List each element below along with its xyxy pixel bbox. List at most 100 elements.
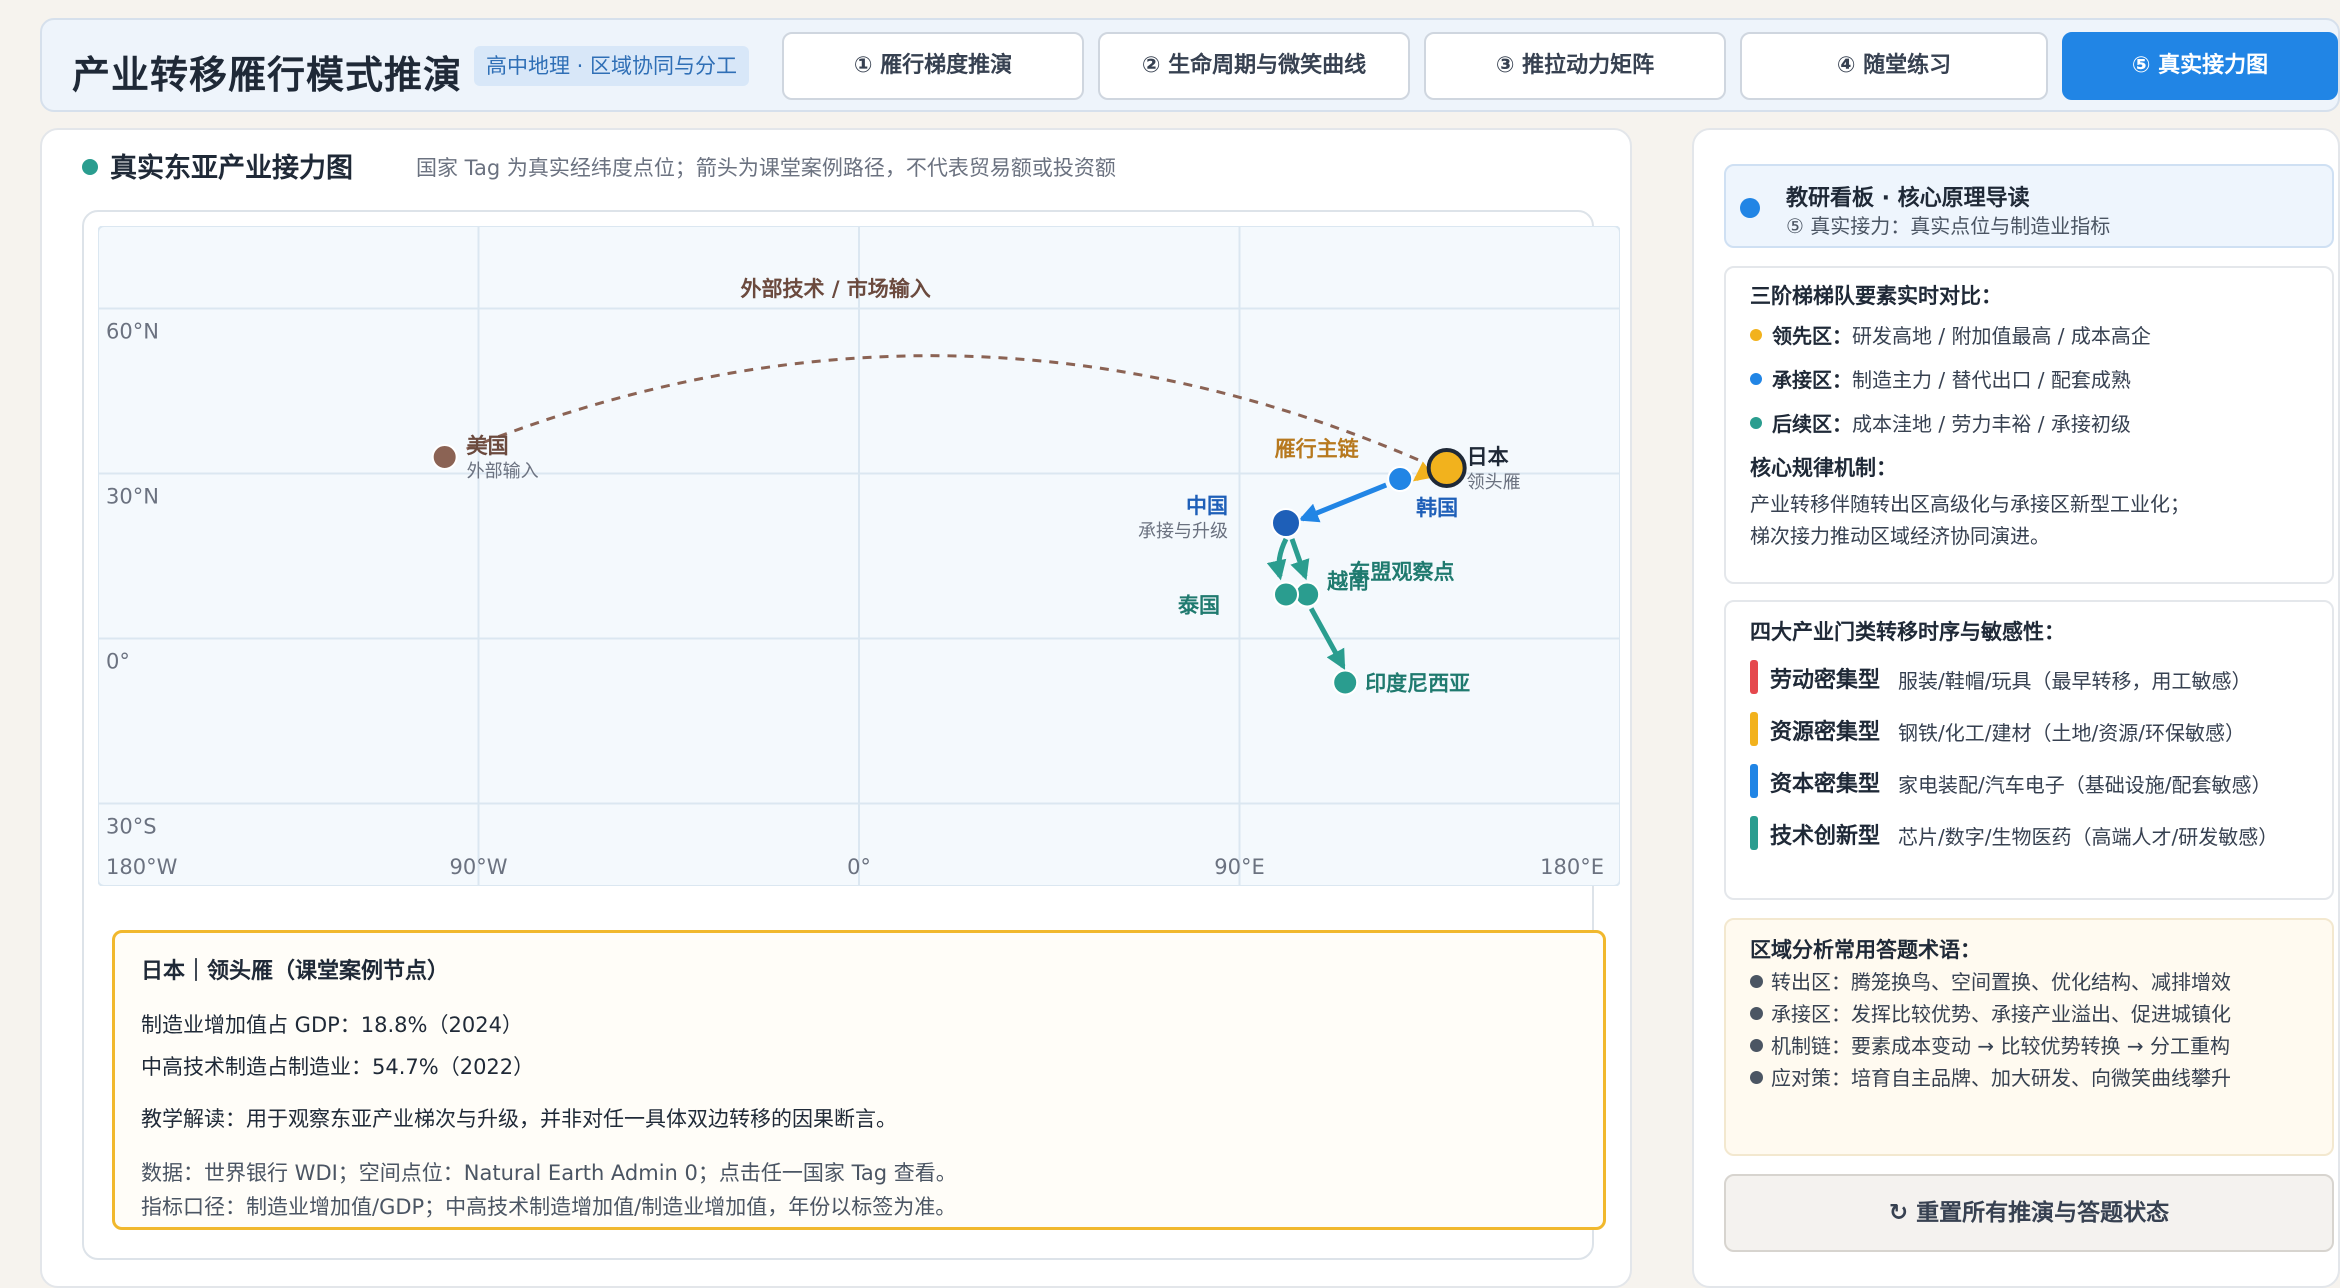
map-panel: 真实东亚产业接力图 国家 Tag 为真实经纬度点位；箭头为课堂案例路径，不代表贸… bbox=[40, 128, 1632, 1288]
industry-desc: 服装/鞋帽/玩具（最早转移，用工敏感） bbox=[1898, 669, 2252, 693]
lat-label: 0° bbox=[106, 650, 130, 674]
panel-title-dot bbox=[82, 159, 98, 175]
tier-row-following: 后续区：成本洼地 / 劳力丰裕 / 承接初级 bbox=[1750, 408, 2131, 437]
map-panel-note: 国家 Tag 为真实经纬度点位；箭头为课堂案例路径，不代表贸易额或投资额 bbox=[416, 156, 1116, 180]
reset-label: 重置所有推演与答题状态 bbox=[1916, 1200, 2170, 1226]
country-name: 印度尼西亚 bbox=[1365, 672, 1470, 696]
term-text: 承接区：发挥比较优势、承接产业溢出、促进城镇化 bbox=[1771, 1002, 2231, 1026]
sidebar-panel: 教研看板 · 核心原理导读 ⑤ 真实接力：真实点位与制造业指标 三阶梯梯队要素实… bbox=[1692, 128, 2340, 1288]
term-dot bbox=[1750, 1039, 1763, 1052]
tab-practice[interactable]: ④ 随堂练习 bbox=[1740, 32, 2048, 100]
tier-dot bbox=[1750, 329, 1762, 341]
lon-label: 0° bbox=[847, 855, 871, 879]
arc-label: 外部技术 / 市场输入 bbox=[741, 277, 931, 301]
map-panel-title: 真实东亚产业接力图 bbox=[110, 153, 353, 184]
country-name: 日本 bbox=[1467, 445, 1509, 469]
lon-label: 90°W bbox=[450, 855, 508, 879]
lon-label: 90°E bbox=[1214, 855, 1265, 879]
industry-color-bar bbox=[1750, 764, 1758, 798]
info-teaching-note: 教学解读：用于观察东亚产业梯次与升级，并非对任一具体双边转移的因果断言。 bbox=[141, 1107, 897, 1131]
term-line: 转出区：腾笼换鸟、空间置换、优化结构、减排增效 bbox=[1750, 966, 2231, 995]
term-text: 应对策：培育自主品牌、加大研发、向微笑曲线攀升 bbox=[1771, 1066, 2231, 1090]
tier-desc: 制造主力 / 替代出口 / 配套成熟 bbox=[1852, 368, 2131, 392]
tab-gradient[interactable]: ① 雁行梯度推演 bbox=[782, 32, 1084, 100]
info-manufacturing-gdp: 制造业增加值占 GDP：18.8%（2024） bbox=[141, 1013, 523, 1037]
tab-relay-map[interactable]: ⑤ 真实接力图 bbox=[2062, 32, 2338, 100]
info-title: 日本｜领头雁（课堂案例节点） bbox=[141, 959, 450, 984]
tier-dot bbox=[1750, 373, 1762, 385]
country-marker[interactable] bbox=[1271, 508, 1302, 538]
tab-lifecycle[interactable]: ② 生命周期与微笑曲线 bbox=[1098, 32, 1410, 100]
tier-dot bbox=[1750, 417, 1762, 429]
term-text: 转出区：腾笼换鸟、空间置换、优化结构、减排增效 bbox=[1771, 970, 2231, 994]
lat-label: 30°N bbox=[106, 485, 159, 509]
guide-subtitle: ⑤ 真实接力：真实点位与制造业指标 bbox=[1786, 214, 2111, 238]
asean-label: 东盟观察点 bbox=[1350, 560, 1455, 584]
country-marker[interactable] bbox=[1332, 669, 1359, 696]
tier-name: 承接区： bbox=[1772, 368, 1852, 392]
guide-title: 教研看板 · 核心原理导读 bbox=[1786, 186, 2030, 211]
tier-name: 领先区： bbox=[1772, 324, 1852, 348]
industries-heading: 四大产业门类转移时序与敏感性： bbox=[1750, 620, 2065, 644]
term-line: 承接区：发挥比较优势、承接产业溢出、促进城镇化 bbox=[1750, 998, 2231, 1027]
terms-card: 区域分析常用答题术语： 转出区：腾笼换鸟、空间置换、优化结构、减排增效 承接区：… bbox=[1724, 918, 2334, 1156]
country-subtitle: 领头雁 bbox=[1467, 472, 1521, 493]
chain-label: 雁行主链 bbox=[1275, 437, 1360, 461]
lon-label: 180°E bbox=[1540, 855, 1604, 879]
term-line: 机制链：要素成本变动 → 比较优势转换 → 分工重构 bbox=[1750, 1030, 2230, 1059]
industry-name: 资源密集型 bbox=[1770, 720, 1881, 745]
relay-map: 60°N30°N0°30°S 180°W 90°W 0° 90°E 180°E 美国外部… bbox=[98, 226, 1620, 886]
country-tag[interactable]: 印度尼西亚 bbox=[1332, 669, 1470, 696]
industry-color-bar bbox=[1750, 660, 1758, 694]
info-indicator-note: 指标口径：制造业增加值/GDP；中高技术制造增加值/制造业增加值，年份以标签为准… bbox=[141, 1195, 957, 1219]
industry-name: 劳动密集型 bbox=[1770, 668, 1881, 693]
tier-row-leading: 领先区：研发高地 / 附加值最高 / 成本高企 bbox=[1750, 320, 2151, 349]
country-marker[interactable] bbox=[431, 444, 458, 470]
tier-row-receiving: 承接区：制造主力 / 替代出口 / 配套成熟 bbox=[1750, 364, 2131, 393]
industries-card: 四大产业门类转移时序与敏感性： 劳动密集型 服装/鞋帽/玩具（最早转移，用工敏感… bbox=[1724, 600, 2334, 900]
industry-name: 技术创新型 bbox=[1770, 824, 1881, 849]
term-dot bbox=[1750, 1007, 1763, 1020]
lat-label: 30°S bbox=[106, 815, 157, 839]
subject-badge: 高中地理 · 区域协同与分工 bbox=[474, 46, 750, 86]
country-name: 泰国 bbox=[1177, 594, 1220, 618]
terms-heading: 区域分析常用答题术语： bbox=[1750, 938, 1981, 962]
info-data-source: 数据：世界银行 WDI；空间点位：Natural Earth Admin 0；点… bbox=[141, 1161, 957, 1185]
term-text: 机制链：要素成本变动 → 比较优势转换 → 分工重构 bbox=[1771, 1034, 2230, 1058]
country-info-box: 日本｜领头雁（课堂案例节点） 制造业增加值占 GDP：18.8%（2024） 中… bbox=[112, 930, 1606, 1230]
tier-desc: 研发高地 / 附加值最高 / 成本高企 bbox=[1852, 324, 2151, 348]
country-marker[interactable] bbox=[1387, 466, 1414, 492]
term-dot bbox=[1750, 975, 1763, 988]
country-name: 中国 bbox=[1186, 494, 1228, 518]
country-subtitle: 承接与升级 bbox=[1138, 521, 1228, 542]
country-name: 韩国 bbox=[1416, 496, 1458, 520]
app-header: 产业转移雁行模式推演 高中地理 · 区域协同与分工 ① 雁行梯度推演 ② 生命周… bbox=[40, 18, 2340, 112]
country-subtitle: 外部输入 bbox=[467, 461, 539, 482]
term-line: 应对策：培育自主品牌、加大研发、向微笑曲线攀升 bbox=[1750, 1062, 2231, 1091]
app-title: 产业转移雁行模式推演 bbox=[72, 53, 463, 97]
term-dot bbox=[1750, 1071, 1763, 1084]
lon-label: 180°W bbox=[106, 855, 178, 879]
tiers-card: 三阶梯梯队要素实时对比： 领先区：研发高地 / 附加值最高 / 成本高企 承接区… bbox=[1724, 266, 2334, 584]
country-marker[interactable] bbox=[1426, 448, 1467, 488]
mechanism-line: 梯次接力推动区域经济协同演进。 bbox=[1750, 524, 2050, 548]
mechanism-line: 产业转移伴随转出区高级化与承接区新型工业化； bbox=[1750, 492, 2190, 516]
reset-icon: ↻ bbox=[1888, 1200, 1917, 1226]
tab-push-pull[interactable]: ③ 推拉动力矩阵 bbox=[1424, 32, 1726, 100]
industry-color-bar bbox=[1750, 712, 1758, 746]
industry-desc: 芯片/数字/生物医药（高端人才/研发敏感） bbox=[1898, 825, 2279, 849]
guide-card: 教研看板 · 核心原理导读 ⑤ 真实接力：真实点位与制造业指标 bbox=[1724, 164, 2334, 248]
reset-button[interactable]: ↻ 重置所有推演与答题状态 bbox=[1724, 1174, 2334, 1252]
country-name: 美国 bbox=[467, 434, 509, 458]
industry-name: 资本密集型 bbox=[1770, 772, 1881, 797]
industry-desc: 钢铁/化工/建材（土地/资源/环保敏感） bbox=[1898, 721, 2245, 745]
guide-dot bbox=[1740, 198, 1760, 218]
industry-color-bar bbox=[1750, 816, 1758, 850]
country-marker[interactable] bbox=[1273, 581, 1300, 608]
info-high-tech-share: 中高技术制造占制造业：54.7%（2022） bbox=[141, 1055, 535, 1079]
tiers-heading: 三阶梯梯队要素实时对比： bbox=[1750, 284, 2002, 308]
industry-desc: 家电装配/汽车电子（基础设施/配套敏感） bbox=[1898, 773, 2272, 797]
mechanism-heading: 核心规律机制： bbox=[1750, 456, 1897, 480]
tier-desc: 成本洼地 / 劳力丰裕 / 承接初级 bbox=[1852, 412, 2131, 436]
tier-name: 后续区： bbox=[1772, 412, 1852, 436]
